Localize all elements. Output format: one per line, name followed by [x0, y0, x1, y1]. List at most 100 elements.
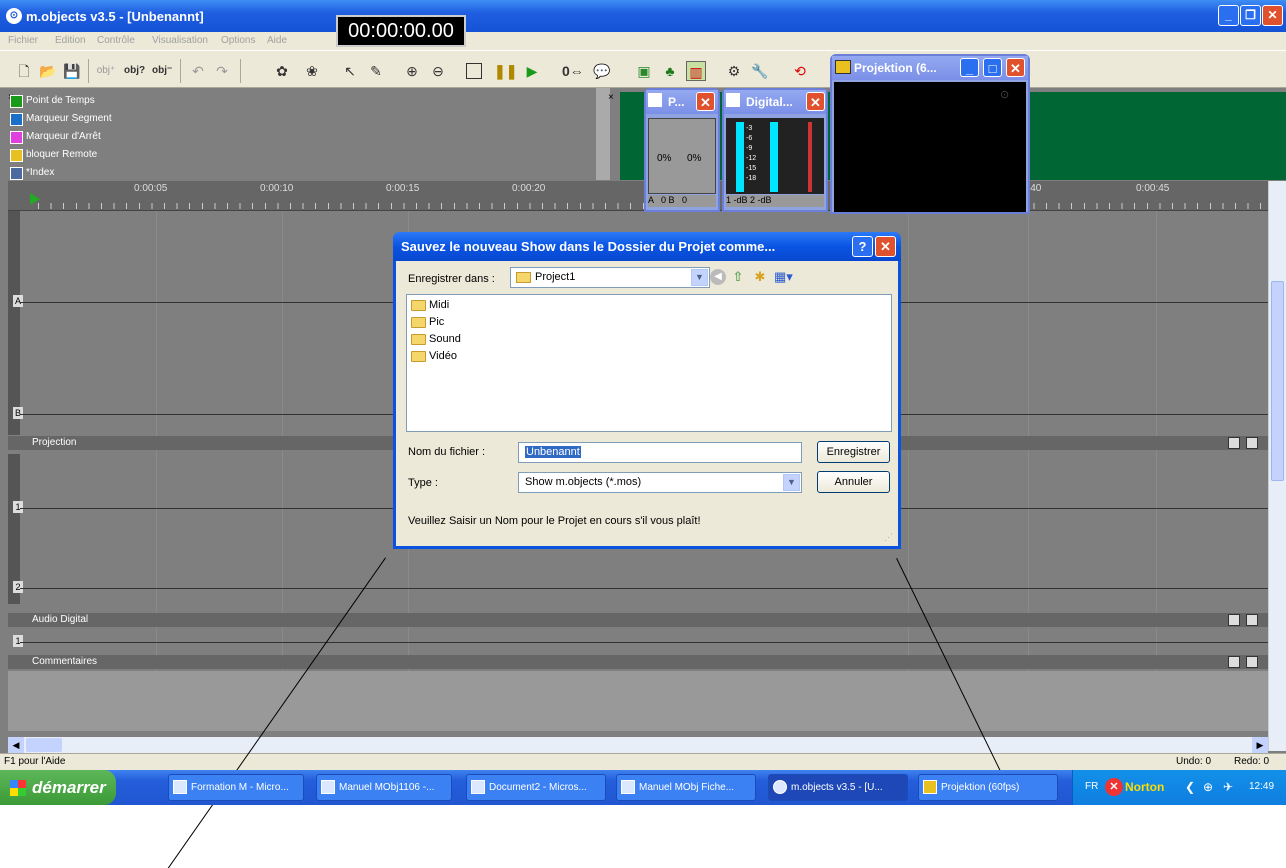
minimize-icon[interactable]: _ — [1218, 5, 1239, 26]
language-indicator[interactable]: FR — [1085, 781, 1098, 792]
folder-item-pic[interactable]: Pic — [411, 314, 444, 330]
projector-mini-window[interactable]: P... ✕ 0% 0% A 0 B 0 — [644, 88, 720, 212]
file-list[interactable]: Midi Pic Sound Vidéo — [406, 294, 892, 432]
stop-icon[interactable] — [466, 63, 482, 79]
status-help-text: F1 pour l'Aide — [4, 756, 66, 767]
vertical-scrollbar[interactable] — [1268, 181, 1286, 751]
up-folder-icon[interactable]: ⇧ — [730, 269, 746, 285]
undo-icon[interactable]: ↶ — [188, 61, 208, 81]
menu-controle[interactable]: Contrôle — [97, 35, 135, 46]
close-icon[interactable]: ✕ — [1262, 5, 1283, 26]
scroll-left-icon[interactable]: ◀ — [8, 737, 24, 753]
expand-icon[interactable] — [1246, 614, 1258, 626]
legend-marqueur-arret: Marqueur d'Arrêt — [10, 130, 101, 146]
view-menu-icon[interactable]: ▦▾ — [774, 269, 798, 285]
loop-icon[interactable]: ⟲ — [790, 61, 810, 81]
horizontal-scrollbar[interactable]: ◀ ▶ — [8, 737, 1268, 753]
zoom-out-icon[interactable]: ⊖ — [428, 61, 448, 81]
file-type-select[interactable]: Show m.objects (*.mos) ▼ — [518, 472, 802, 493]
expand-icon[interactable] — [1246, 656, 1258, 668]
folder-item-sound[interactable]: Sound — [411, 331, 461, 347]
back-icon[interactable]: ◀ — [710, 269, 726, 285]
obj-remove-icon[interactable]: obj⁻ — [152, 61, 172, 81]
chevron-down-icon[interactable]: ▼ — [783, 474, 800, 491]
zero-locate-icon[interactable]: 0⇔ — [562, 61, 584, 81]
collapse-icon[interactable] — [1228, 614, 1240, 626]
task-document2[interactable]: Document2 - Micros... — [466, 774, 606, 801]
network-icon[interactable]: ⊕ — [1203, 780, 1213, 794]
obj-query-icon[interactable]: obj? — [124, 61, 145, 81]
pause-icon[interactable]: ❚❚ — [494, 61, 517, 81]
menu-visualisation[interactable]: Visualisation — [152, 35, 208, 46]
grid-toggle-icon[interactable]: ▥ — [686, 61, 706, 81]
scroll-thumb[interactable] — [1271, 281, 1284, 481]
menu-aide[interactable]: Aide — [267, 35, 287, 46]
pen-tool-icon[interactable]: ✎ — [366, 61, 386, 81]
close-icon[interactable]: ✕ — [875, 236, 896, 257]
filename-input[interactable]: Unbenannt — [518, 442, 802, 463]
commentaires-track-header[interactable]: Commentaires — [8, 655, 1268, 669]
tools-icon[interactable]: ⚙ — [724, 61, 744, 81]
task-manuel-fiche[interactable]: Manuel MObj Fiche... — [616, 774, 756, 801]
close-icon[interactable]: ✕ — [806, 92, 825, 111]
collapse-icon[interactable] — [1228, 437, 1240, 449]
resize-grip-icon[interactable]: ⋰ — [884, 532, 896, 544]
restore-icon[interactable]: ❐ — [1240, 5, 1261, 26]
task-projektion[interactable]: Projektion (60fps) — [918, 774, 1058, 801]
redo-icon[interactable]: ↷ — [212, 61, 232, 81]
tree-icon[interactable]: ♣ — [660, 61, 680, 81]
start-button[interactable]: démarrer — [0, 770, 116, 805]
task-formation[interactable]: Formation M - Micro... — [168, 774, 304, 801]
norton-label[interactable]: Norton — [1125, 780, 1164, 794]
task-manuel-mobj1106[interactable]: Manuel MObj1106 -... — [316, 774, 452, 801]
obj-add-icon[interactable]: obj⁺ — [96, 61, 116, 81]
help-icon[interactable]: ? — [852, 236, 873, 257]
minimize-icon[interactable]: _ — [960, 58, 979, 77]
save-disk-icon[interactable]: 💾 — [62, 61, 82, 81]
folder-item-midi[interactable]: Midi — [411, 297, 449, 313]
maximize-icon[interactable]: □ — [983, 58, 1002, 77]
timeline-ruler[interactable]: 0:00:05 0:00:10 0:00:15 0:00:20 0:00:40 … — [8, 181, 1268, 211]
open-folder-icon[interactable]: 📂 — [38, 61, 58, 81]
new-folder-icon[interactable]: ✱ — [752, 269, 768, 285]
digital-meter-window[interactable]: Digital... ✕ -3 -6 -9 -12 -15 -18 1 -dB 2 -dB — [722, 88, 828, 212]
close-icon[interactable]: ✕ — [696, 92, 715, 111]
satellite-icon[interactable]: ✈ — [1223, 780, 1233, 794]
folder-name: Midi — [429, 299, 450, 311]
arrow-tool-icon[interactable]: ↖ — [340, 61, 360, 81]
comments-area[interactable] — [8, 671, 1268, 731]
audio-digital-track-header[interactable]: Audio Digital — [8, 613, 1268, 627]
projektion-window[interactable]: Projektion (6... _ □ ✕ ⊙ — [830, 54, 1030, 214]
new-file-icon[interactable]: 🗋 — [14, 61, 34, 81]
menu-edition[interactable]: Edition — [55, 35, 86, 46]
task-label: Projektion (60fps) — [941, 782, 1020, 793]
menu-fichier[interactable]: Fichier — [8, 35, 38, 46]
track-handle[interactable] — [8, 211, 20, 435]
folder-item-video[interactable]: Vidéo — [411, 348, 457, 364]
scroll-right-icon[interactable]: ▶ — [1252, 737, 1268, 753]
track-label-1: 1 — [13, 501, 23, 513]
color-wheel-icon[interactable]: ✿ — [272, 61, 292, 81]
menu-options[interactable]: Options — [221, 35, 255, 46]
expand-icon[interactable] — [1246, 437, 1258, 449]
projector-ab-footer: A 0 B 0 — [648, 195, 716, 207]
panel-close-icon[interactable]: × — [608, 92, 614, 103]
close-icon[interactable]: ✕ — [1006, 58, 1025, 77]
play-icon[interactable]: ▶ — [522, 61, 542, 81]
speech-icon[interactable]: 💬 — [592, 61, 612, 81]
wrench-icon[interactable]: 🔧 — [750, 61, 770, 81]
save-button[interactable]: Enregistrer — [817, 441, 890, 463]
screen-icon[interactable]: ▣ — [634, 61, 654, 81]
scroll-thumb[interactable] — [26, 738, 62, 752]
chevron-down-icon[interactable]: ▼ — [691, 269, 708, 286]
zoom-in-icon[interactable]: ⊕ — [402, 61, 422, 81]
norton-x-icon[interactable]: ✕ — [1105, 778, 1123, 796]
cancel-button[interactable]: Annuler — [817, 471, 890, 493]
save-in-combo[interactable]: Project1 ▼ — [510, 267, 710, 288]
db-tick: -3 — [746, 125, 753, 132]
palette-icon[interactable]: ❀ — [302, 61, 322, 81]
task-mobjects[interactable]: m.objects v3.5 - [U... — [768, 774, 908, 801]
toolbar: 🗋 📂 💾 obj⁺ obj? obj⁻ ↶ ↷ ✿ ❀ ↖ ✎ ⊕ ⊖ ❚❚ … — [0, 50, 1286, 88]
tray-expand-icon[interactable]: ❮ — [1185, 780, 1195, 794]
collapse-icon[interactable] — [1228, 656, 1240, 668]
